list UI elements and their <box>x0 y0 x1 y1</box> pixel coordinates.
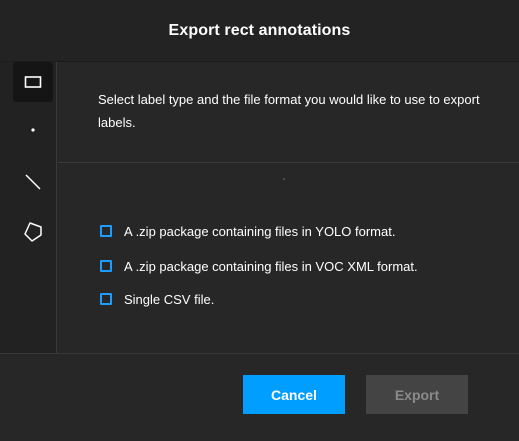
polygon-tool-button[interactable] <box>13 212 53 252</box>
option-csv[interactable]: Single CSV file. <box>100 289 214 309</box>
export-description: Select label type and the file format yo… <box>98 92 480 130</box>
export-button[interactable]: Export <box>366 375 468 414</box>
option-voc-xml-label: A .zip package containing files in VOC X… <box>124 258 418 274</box>
checkbox-csv[interactable] <box>100 293 112 305</box>
label-type-sidebar <box>0 62 57 354</box>
checkbox-voc-xml[interactable] <box>100 260 112 272</box>
cancel-button[interactable]: Cancel <box>243 375 345 414</box>
option-yolo[interactable]: A .zip package containing files in YOLO … <box>100 221 395 241</box>
option-voc-xml[interactable]: A .zip package containing files in VOC X… <box>100 256 418 276</box>
rect-tool-button[interactable] <box>13 62 53 102</box>
checkbox-yolo[interactable] <box>100 225 112 237</box>
export-modal: Export rect annotations Select label typ… <box>0 0 519 441</box>
content-divider <box>58 162 519 163</box>
point-icon <box>31 128 35 132</box>
option-yolo-label: A .zip package containing files in YOLO … <box>124 223 396 239</box>
separator-dot <box>283 178 285 180</box>
modal-header: Export rect annotations <box>0 0 519 62</box>
footer-divider <box>0 353 519 354</box>
option-csv-label: Single CSV file. <box>124 291 215 307</box>
point-tool-button[interactable] <box>13 110 53 150</box>
modal-title: Export rect annotations <box>168 22 351 39</box>
modal-content: Select label type and the file format yo… <box>58 62 519 354</box>
polygon-icon <box>24 222 42 242</box>
line-tool-button[interactable] <box>13 162 53 202</box>
line-icon <box>25 174 41 190</box>
rectangle-icon <box>24 76 42 88</box>
